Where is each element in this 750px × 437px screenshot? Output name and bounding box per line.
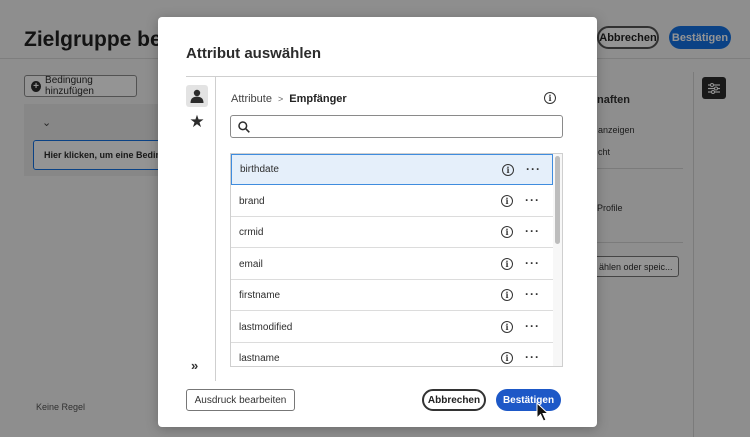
more-icon[interactable]: ··· xyxy=(526,162,541,176)
scrollbar-thumb[interactable] xyxy=(555,156,560,244)
more-icon[interactable]: ··· xyxy=(525,256,540,270)
info-icon[interactable]: i xyxy=(544,92,556,104)
info-icon[interactable]: i xyxy=(501,226,513,238)
breadcrumb-separator: > xyxy=(277,94,284,104)
attribute-label: birthdate xyxy=(240,164,279,175)
info-icon[interactable]: i xyxy=(501,258,513,270)
more-icon[interactable]: ··· xyxy=(525,350,540,364)
dialog-divider xyxy=(186,76,597,77)
attribute-label: firstname xyxy=(239,289,281,301)
info-icon[interactable]: i xyxy=(502,164,514,176)
info-icon[interactable]: i xyxy=(501,352,513,364)
list-item[interactable]: lastname i ··· xyxy=(231,343,553,366)
cancel-button[interactable]: Abbrechen xyxy=(422,389,486,411)
list-item[interactable]: brand i ··· xyxy=(231,186,553,217)
breadcrumb: Attribute > Empfänger xyxy=(231,93,347,105)
list-item[interactable]: firstname i ··· xyxy=(231,280,553,311)
attribute-label: brand xyxy=(239,195,265,207)
list-item[interactable]: crmid i ··· xyxy=(231,217,553,248)
select-attribute-dialog: Attribut auswählen ★ » Attribute > Empfä… xyxy=(158,17,597,427)
search-input[interactable] xyxy=(230,115,563,138)
more-icon[interactable]: ··· xyxy=(525,287,540,301)
scrollbar[interactable] xyxy=(553,154,562,366)
info-icon[interactable]: i xyxy=(501,289,513,301)
list-item[interactable]: email i ··· xyxy=(231,249,553,280)
mouse-cursor-icon xyxy=(536,402,549,422)
attribute-label: email xyxy=(239,258,263,270)
more-icon[interactable]: ··· xyxy=(525,319,540,333)
more-icon[interactable]: ··· xyxy=(525,193,540,207)
expand-sidebar-icon[interactable]: » xyxy=(191,358,198,373)
info-icon[interactable]: i xyxy=(501,321,513,333)
attribute-list: birthdate i ··· brand i ··· crmid i ··· … xyxy=(230,153,563,367)
sidebar-divider xyxy=(215,77,216,381)
attribute-label: lastname xyxy=(239,352,280,364)
list-item[interactable]: birthdate i ··· xyxy=(231,154,553,185)
edit-expression-button[interactable]: Ausdruck bearbeiten xyxy=(186,389,295,411)
dialog-title: Attribut auswählen xyxy=(186,45,322,62)
more-icon[interactable]: ··· xyxy=(525,224,540,238)
confirm-button[interactable]: Bestätigen xyxy=(496,389,561,411)
star-icon[interactable]: ★ xyxy=(186,111,208,133)
list-item[interactable]: lastmodified i ··· xyxy=(231,312,553,343)
breadcrumb-root[interactable]: Attribute xyxy=(231,93,272,105)
attribute-label: lastmodified xyxy=(239,321,293,333)
breadcrumb-current: Empfänger xyxy=(289,93,347,105)
info-icon[interactable]: i xyxy=(501,195,513,207)
search-icon xyxy=(238,121,250,133)
person-icon[interactable] xyxy=(186,85,208,107)
attribute-label: crmid xyxy=(239,226,264,238)
